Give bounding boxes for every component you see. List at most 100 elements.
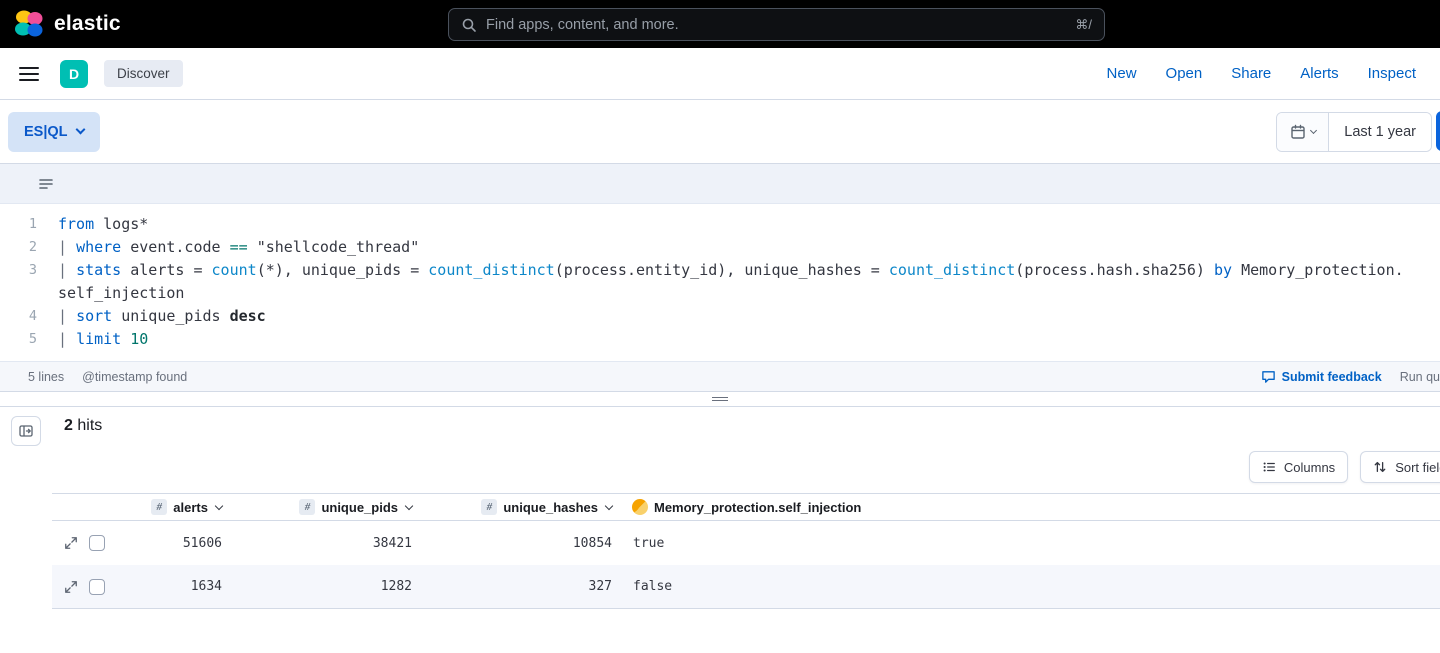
hits-label: hits	[77, 417, 102, 434]
token-pipe: |	[58, 238, 76, 256]
grid-rows: 516063842110854true16341282327false	[52, 521, 1440, 609]
code-line[interactable]: 4| sort unique_pids desc	[0, 305, 1440, 328]
column-header-unique_pids[interactable]: #unique_pids	[230, 499, 420, 515]
update-query-button[interactable]	[1436, 111, 1440, 151]
nav-action-share[interactable]: Share	[1231, 65, 1271, 82]
columns-button[interactable]: Columns	[1249, 451, 1348, 483]
elastic-logo-group[interactable]: elastic	[14, 9, 121, 39]
grid-header: # alerts #unique_pids#unique_hashes Memory_…	[52, 493, 1440, 521]
code-text: | sort unique_pids desc	[46, 305, 266, 328]
esql-editor: 1from logs*2| where event.code == "shell…	[0, 163, 1440, 392]
cell-alerts: 51606	[122, 536, 230, 551]
code-text: | where event.code == "shellcode_thread"	[46, 236, 419, 259]
line-number: 3	[0, 259, 46, 282]
token-txt	[248, 238, 257, 256]
token-txt: (process.entity_id), unique_hashes =	[555, 261, 889, 279]
nav-action-inspect[interactable]: Inspect	[1368, 65, 1416, 82]
query-toolbar: ES|QL Last 1 year	[0, 100, 1440, 163]
code-line[interactable]: 1from logs*	[0, 213, 1440, 236]
code-line[interactable]: 5| limit 10	[0, 328, 1440, 351]
panel-resize-handle[interactable]	[0, 392, 1440, 406]
hits-count: 2 hits	[52, 417, 1440, 435]
token-txt: unique_pids	[112, 307, 229, 325]
token-txt: alerts =	[121, 261, 211, 279]
editor-header	[0, 164, 1440, 204]
calendar-icon	[1290, 124, 1306, 140]
nav-action-open[interactable]: Open	[1166, 65, 1203, 82]
column-header-label: Memory_protection.self_injection	[654, 500, 861, 515]
nav-action-new[interactable]: New	[1107, 65, 1137, 82]
code-text: from logs*	[46, 213, 148, 236]
cell-memory-protection: true	[620, 536, 1440, 551]
elastic-logo	[14, 9, 44, 39]
editor-menu-icon[interactable]	[38, 176, 54, 192]
line-number: 1	[0, 213, 46, 236]
panel-toggle-icon	[18, 423, 34, 439]
logo-text: elastic	[54, 12, 121, 36]
run-query-button[interactable]: Run qu	[1400, 370, 1440, 384]
code-text: | stats alerts = count(*), unique_pids =…	[46, 259, 1404, 282]
chevron-down-icon	[1310, 127, 1317, 134]
search-icon	[461, 17, 477, 33]
submit-feedback-label: Submit feedback	[1282, 370, 1382, 384]
space-avatar[interactable]: D	[60, 60, 88, 88]
token-pipe: |	[58, 307, 76, 325]
cell-unique-hashes: 327	[420, 579, 620, 594]
results-main: 2 hits Columns Sort fields #alerts#uniqu	[52, 407, 1440, 653]
row-controls	[52, 535, 122, 551]
token-txt: (process.hash.sha256)	[1015, 261, 1214, 279]
row-checkbox[interactable]	[89, 579, 105, 595]
code-lines[interactable]: 1from logs*2| where event.code == "shell…	[0, 204, 1440, 361]
token-txt: self_injection	[58, 284, 184, 302]
time-range-button[interactable]: Last 1 year	[1329, 113, 1431, 151]
code-line[interactable]: 2| where event.code == "shellcode_thread…	[0, 236, 1440, 259]
chevron-down-icon	[75, 125, 85, 135]
token-kw: sort	[76, 307, 112, 325]
column-header-Memory_protection.self_injection[interactable]: Memory_protection.self_injection	[620, 499, 1440, 515]
results-panel: 2 hits Columns Sort fields #alerts#uniqu	[0, 406, 1440, 653]
token-txt: (*), unique_pids =	[257, 261, 429, 279]
cell-unique-pids: 1282	[230, 579, 420, 594]
token-num: 10	[130, 330, 148, 348]
token-pipe: |	[58, 261, 76, 279]
esql-mode-button[interactable]: ES|QL	[8, 112, 100, 152]
nav-action-alerts[interactable]: Alerts	[1300, 65, 1338, 82]
sort-arrows-icon	[1373, 460, 1387, 474]
search-keyboard-shortcut: ⌘/	[1075, 17, 1092, 33]
token-txt: logs*	[94, 215, 148, 233]
token-bold: desc	[230, 307, 266, 325]
cell-unique-hashes: 10854	[420, 536, 620, 551]
column-header-alerts[interactable]: # alerts	[122, 499, 230, 515]
submit-feedback-link[interactable]: Submit feedback	[1261, 369, 1382, 384]
lines-count: 5 lines	[28, 370, 64, 384]
quick-select-date-button[interactable]	[1277, 113, 1329, 151]
sort-fields-button[interactable]: Sort fields	[1360, 451, 1440, 483]
drag-handle-icon	[712, 397, 728, 398]
column-header-unique_hashes[interactable]: #unique_hashes	[420, 499, 620, 515]
hits-number: 2	[64, 417, 73, 434]
nav-actions: New Open Share Alerts Inspect	[1107, 65, 1422, 82]
global-search-input[interactable]: Find apps, content, and more. ⌘/	[448, 8, 1105, 41]
feedback-bubble-icon	[1261, 369, 1276, 384]
timestamp-found-hint: @timestamp found	[82, 370, 187, 384]
table-row: 16341282327false	[52, 565, 1440, 609]
results-left-rail	[0, 407, 52, 653]
boolean-field-icon	[632, 499, 648, 515]
token-kw: where	[76, 238, 121, 256]
breadcrumb-discover[interactable]: Discover	[104, 60, 183, 87]
column-header-label: alerts	[173, 500, 208, 515]
toggle-sidebar-button[interactable]	[11, 416, 41, 446]
token-pipe: |	[58, 330, 76, 348]
expand-row-icon[interactable]	[64, 580, 78, 594]
line-number	[0, 282, 46, 305]
row-controls	[52, 579, 122, 595]
list-icon	[1262, 460, 1276, 474]
code-line[interactable]: self_injection	[0, 282, 1440, 305]
row-checkbox[interactable]	[89, 535, 105, 551]
global-header: elastic Find apps, content, and more. ⌘/	[0, 0, 1440, 48]
expand-row-icon[interactable]	[64, 536, 78, 550]
token-txt: event.code	[121, 238, 229, 256]
menu-hamburger-icon[interactable]	[18, 65, 40, 83]
number-field-icon: #	[151, 499, 167, 515]
code-line[interactable]: 3| stats alerts = count(*), unique_pids …	[0, 259, 1440, 282]
